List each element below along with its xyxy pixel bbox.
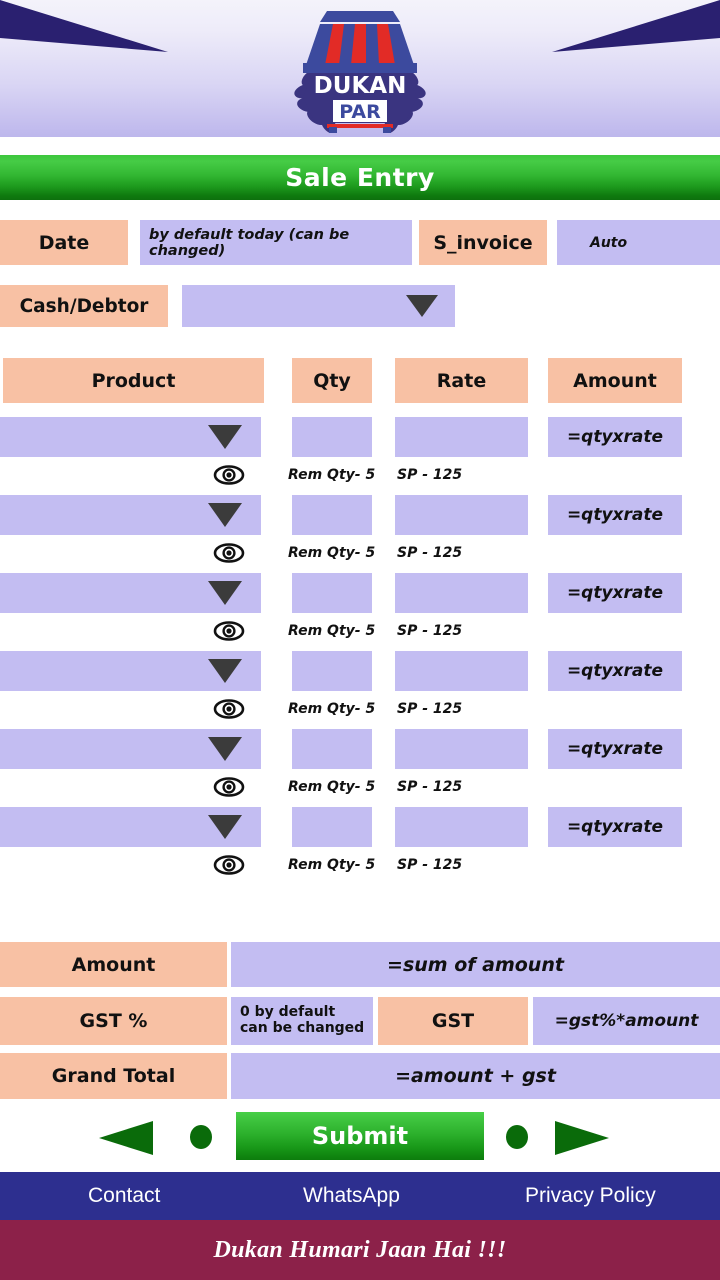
- qty-input[interactable]: [292, 729, 372, 769]
- rate-input[interactable]: [395, 417, 528, 457]
- eye-icon[interactable]: [213, 543, 245, 563]
- s-invoice-label: S_invoice: [419, 220, 547, 265]
- nav-link-privacy-policy[interactable]: Privacy Policy: [525, 1184, 656, 1208]
- gst-value: =gst%*amount: [533, 997, 720, 1045]
- qty-input[interactable]: [292, 495, 372, 535]
- remaining-qty-text: Rem Qty- 5: [288, 857, 376, 873]
- grand-total-value: =amount + gst: [231, 1053, 720, 1099]
- sale-entry-screen: DUKAN PAR Sale Entry Date by default tod…: [0, 0, 720, 1280]
- eye-icon[interactable]: [213, 777, 245, 797]
- column-header-rate: Rate: [395, 358, 528, 403]
- logo-brand-bottom: PAR: [339, 101, 381, 123]
- action-bar: Submit: [0, 1108, 720, 1165]
- amount-value: =qtyxrate: [548, 495, 682, 535]
- dukan-par-logo: DUKAN PAR: [294, 11, 426, 133]
- chevron-down-icon: [208, 659, 242, 683]
- selling-price-text: SP - 125: [397, 857, 463, 873]
- eye-icon[interactable]: [213, 465, 245, 485]
- cash-debtor-select[interactable]: [182, 285, 455, 327]
- next-dot-icon[interactable]: [506, 1125, 528, 1149]
- s-invoice-input[interactable]: Auto: [557, 220, 720, 265]
- submit-button[interactable]: Submit: [236, 1112, 484, 1160]
- arrow-right-icon[interactable]: [555, 1121, 609, 1155]
- product-select[interactable]: [0, 729, 261, 769]
- product-select[interactable]: [0, 573, 261, 613]
- rate-input[interactable]: [395, 573, 528, 613]
- column-header-product: Product: [3, 358, 264, 403]
- rate-input[interactable]: [395, 807, 528, 847]
- qty-input[interactable]: [292, 573, 372, 613]
- remaining-qty-text: Rem Qty- 5: [288, 701, 376, 717]
- logo-brand-top: DUKAN: [314, 73, 407, 99]
- nav-link-whatsapp[interactable]: WhatsApp: [303, 1184, 400, 1208]
- gst-percent-hint-line-2: can be changed: [240, 1020, 365, 1037]
- qty-input[interactable]: [292, 651, 372, 691]
- wedge-left-icon: [0, 0, 168, 52]
- selling-price-text: SP - 125: [397, 623, 463, 639]
- date-input[interactable]: by default today (can be changed): [140, 220, 412, 265]
- qty-input[interactable]: [292, 807, 372, 847]
- chevron-down-icon: [208, 503, 242, 527]
- gst-percent-hint-line-1: 0 by default: [240, 1004, 336, 1020]
- chevron-down-icon: [208, 581, 242, 605]
- rate-input[interactable]: [395, 651, 528, 691]
- selling-price-text: SP - 125: [397, 779, 463, 795]
- product-select[interactable]: [0, 417, 261, 457]
- gst-percent-input[interactable]: 0 by default can be changed: [231, 997, 373, 1045]
- gst-percent-label: GST %: [0, 997, 227, 1045]
- amount-value: =qtyxrate: [548, 573, 682, 613]
- remaining-qty-text: Rem Qty- 5: [288, 623, 376, 639]
- column-header-qty: Qty: [292, 358, 372, 403]
- column-header-amount: Amount: [548, 358, 682, 403]
- app-header: DUKAN PAR: [0, 0, 720, 137]
- amount-total-label: Amount: [0, 942, 227, 987]
- amount-value: =qtyxrate: [548, 729, 682, 769]
- amount-value: =qtyxrate: [548, 807, 682, 847]
- amount-value: =qtyxrate: [548, 417, 682, 457]
- grand-total-label: Grand Total: [0, 1053, 227, 1099]
- prev-dot-icon[interactable]: [190, 1125, 212, 1149]
- wedge-right-icon: [552, 0, 720, 52]
- nav-link-contact[interactable]: Contact: [88, 1184, 160, 1208]
- amount-value: =qtyxrate: [548, 651, 682, 691]
- date-label: Date: [0, 220, 128, 265]
- selling-price-text: SP - 125: [397, 467, 463, 483]
- eye-icon[interactable]: [213, 699, 245, 719]
- tagline-text: Dukan Humari Jaan Hai !!!: [213, 1237, 507, 1263]
- remaining-qty-text: Rem Qty- 5: [288, 467, 376, 483]
- eye-icon[interactable]: [213, 621, 245, 641]
- chevron-down-icon: [406, 295, 438, 317]
- rate-input[interactable]: [395, 495, 528, 535]
- amount-total-value: =sum of amount: [231, 942, 720, 987]
- remaining-qty-text: Rem Qty- 5: [288, 779, 376, 795]
- product-select[interactable]: [0, 651, 261, 691]
- gst-label: GST: [378, 997, 528, 1045]
- eye-icon[interactable]: [213, 855, 245, 875]
- chevron-down-icon: [208, 737, 242, 761]
- qty-input[interactable]: [292, 417, 372, 457]
- page-title-banner: Sale Entry: [0, 155, 720, 200]
- cash-debtor-label: Cash/Debtor: [0, 285, 168, 327]
- remaining-qty-text: Rem Qty- 5: [288, 545, 376, 561]
- rate-input[interactable]: [395, 729, 528, 769]
- page-title: Sale Entry: [285, 163, 435, 192]
- arrow-left-icon[interactable]: [99, 1121, 153, 1155]
- selling-price-text: SP - 125: [397, 701, 463, 717]
- chevron-down-icon: [208, 815, 242, 839]
- chevron-down-icon: [208, 425, 242, 449]
- product-select[interactable]: [0, 807, 261, 847]
- selling-price-text: SP - 125: [397, 545, 463, 561]
- footer-nav: Contact WhatsApp Privacy Policy: [0, 1172, 720, 1220]
- product-select[interactable]: [0, 495, 261, 535]
- tagline-bar: Dukan Humari Jaan Hai !!!: [0, 1220, 720, 1280]
